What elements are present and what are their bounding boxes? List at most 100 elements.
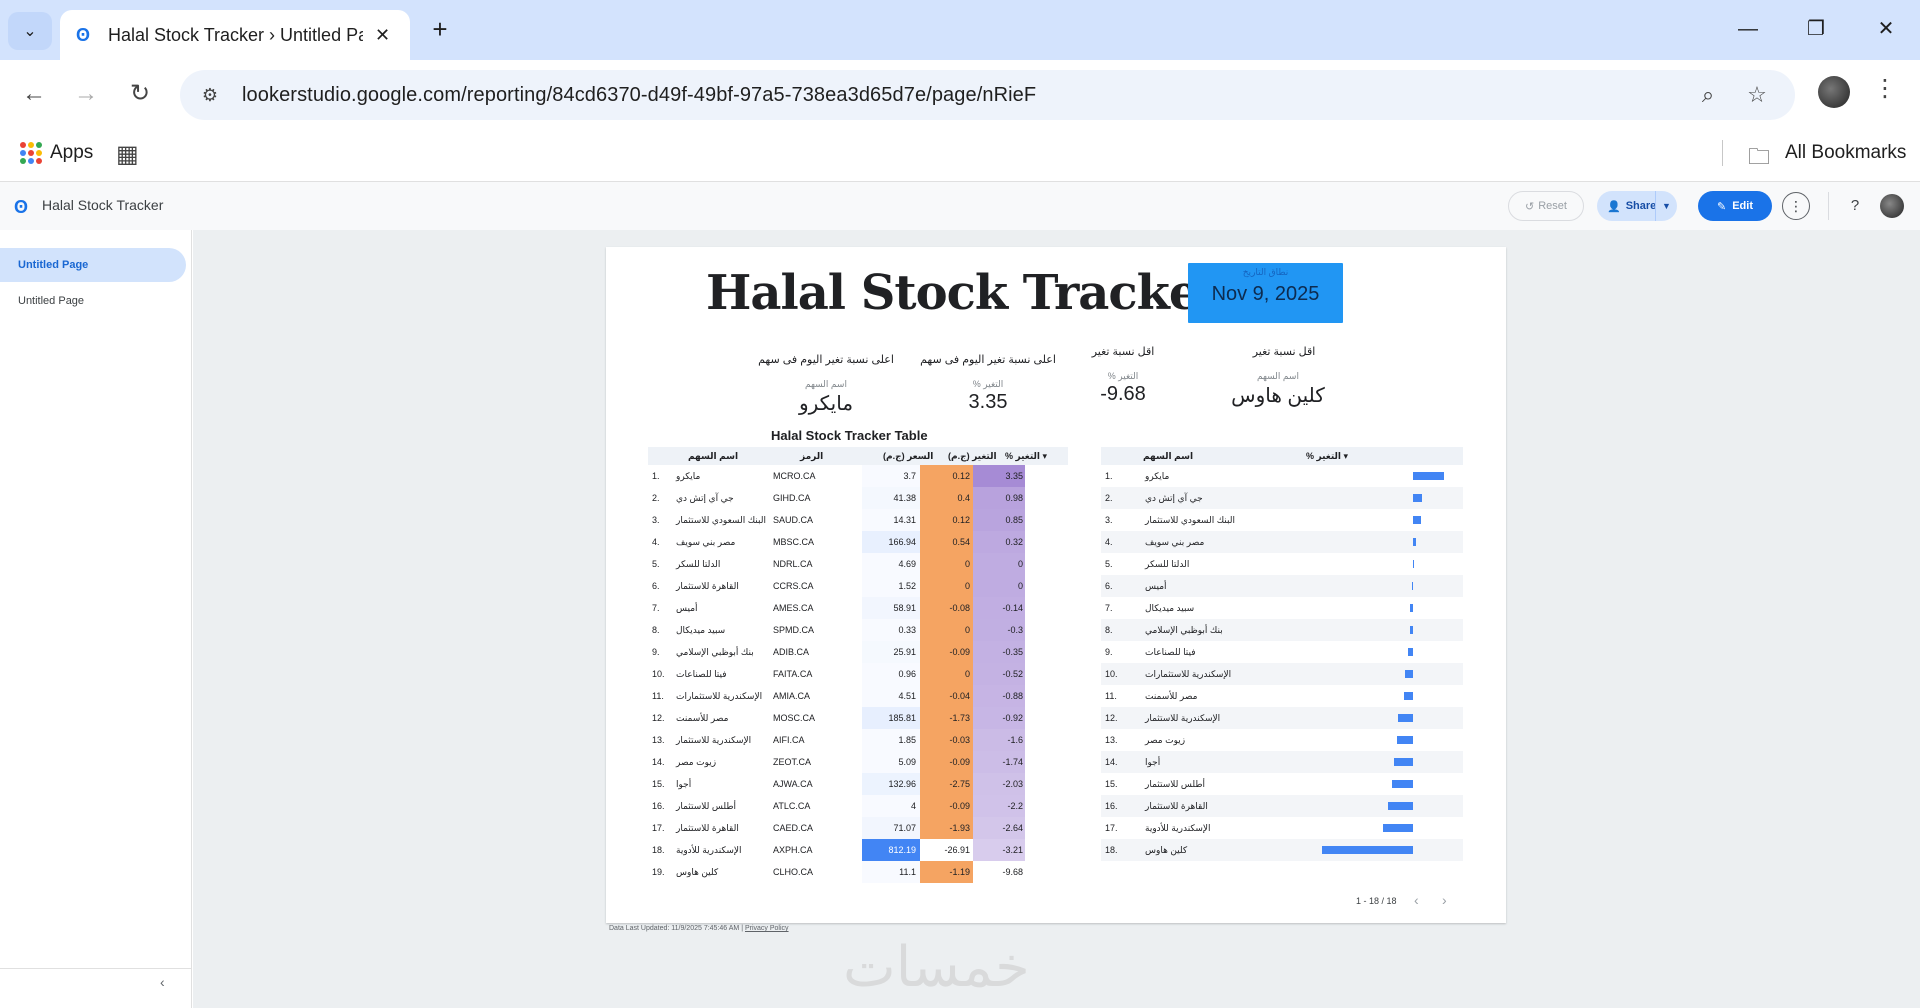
table-row[interactable]: 17. القاهرة للاستثمار CAED.CA 71.07 -1.93 -2.… [648, 817, 1068, 839]
table-row[interactable]: 10. فيتا للصناعات FAITA.CA 0.96 0 -0.52 [648, 663, 1068, 685]
table-row[interactable]: 12. مصر للأسمنت MOSC.CA 185.81 -1.73 -0.92 [648, 707, 1068, 729]
new-tab-button[interactable]: + [425, 14, 455, 44]
bar-row[interactable]: 10. الإسكندرية للاستثمارات [1101, 663, 1463, 685]
minimize-button[interactable]: — [1728, 14, 1768, 44]
table-row[interactable]: 13. الإسكندرية للاستثمار AIFI.CA 1.85 -0.03 -… [648, 729, 1068, 751]
help-icon[interactable]: ? [1843, 194, 1867, 218]
col-price[interactable]: السعر (ج.م) [883, 451, 933, 462]
table-row[interactable]: 11. الإسكندرية للاستثمارات AMIA.CA 4.51 -0.0… [648, 685, 1068, 707]
collapse-sidebar-icon[interactable]: ‹ [160, 974, 165, 990]
stock-symbol: AMES.CA [773, 603, 814, 613]
stock-name: سبيد ميديكال [1145, 603, 1195, 613]
table-row[interactable]: 19. كلين هاوس CLHO.CA 11.1 -1.19 -9.68 [648, 861, 1068, 883]
bar-row[interactable]: 7. سبيد ميديكال [1101, 597, 1463, 619]
back-button[interactable]: ← [14, 74, 54, 114]
table-row[interactable]: 3. البنك السعودي للاستثمار SAUD.CA 14.31 0.1… [648, 509, 1068, 531]
bar-row[interactable]: 12. الإسكندرية للاستثمار [1101, 707, 1463, 729]
table-row[interactable]: 8. سبيد ميديكال SPMD.CA 0.33 0 -0.3 [648, 619, 1068, 641]
profile-avatar[interactable] [1818, 76, 1850, 108]
col-name[interactable]: اسم السهم [1143, 451, 1193, 462]
table-row[interactable]: 9. بنك أبوظبي الإسلامي ADIB.CA 25.91 -0.09 -0… [648, 641, 1068, 663]
edit-button[interactable]: ✎ Edit [1698, 191, 1772, 221]
row-number: 2. [1105, 493, 1113, 503]
bar-row[interactable]: 15. أطلس للاستثمار [1101, 773, 1463, 795]
next-page-icon[interactable]: › [1442, 892, 1447, 908]
address-bar[interactable]: ⚙ lookerstudio.google.com/reporting/84cd… [180, 70, 1795, 120]
prev-page-icon[interactable]: ‹ [1414, 892, 1419, 908]
page-item-1[interactable]: Untitled Page [0, 248, 186, 282]
row-number: 13. [652, 735, 665, 745]
report-footer: Data Last Updated: 11/9/2025 7:45:46 AM … [609, 925, 789, 932]
bar-row[interactable]: 13. زيوت مصر [1101, 729, 1463, 751]
bar-row[interactable]: 8. بنك أبوظبي الإسلامي [1101, 619, 1463, 641]
col-pct[interactable]: % التغير ▾ [1005, 451, 1047, 462]
looker-logo-icon[interactable]: ʘ [14, 197, 28, 218]
more-options-button[interactable]: ⋮ [1782, 192, 1810, 220]
date-range-label: نطاق التاريخ [1242, 267, 1289, 277]
share-button[interactable]: 👤 Share ▼ [1597, 191, 1677, 221]
close-icon[interactable]: ✕ [375, 25, 390, 46]
looker-header: ʘ Halal Stock Tracker ↺ Reset 👤 Share ▼ ✎ Ed… [0, 182, 1920, 230]
window-close-button[interactable]: ✕ [1866, 14, 1906, 44]
table-row[interactable]: 5. الدلتا للسكر NDRL.CA 4.69 0 0 [648, 553, 1068, 575]
col-symbol[interactable]: الرمز [800, 451, 823, 462]
page-item-2[interactable]: Untitled Page [0, 284, 186, 318]
stock-name: مصر للأسمنت [676, 713, 729, 723]
stock-price: 166.94 [888, 537, 916, 547]
forward-button[interactable]: → [66, 74, 106, 114]
table-row[interactable]: 1. مايكرو MCRO.CA 3.7 0.12 3.35 [648, 465, 1068, 487]
zoom-icon[interactable]: ⌕ [1693, 80, 1723, 110]
all-bookmarks[interactable]: All Bookmarks [1785, 142, 1906, 164]
col-name[interactable]: اسم السهم [688, 451, 738, 462]
reload-button[interactable]: ↻ [120, 74, 160, 114]
bar-row[interactable]: 2. جي آي إتش دي [1101, 487, 1463, 509]
bar-row[interactable]: 16. القاهرة للاستثمار [1101, 795, 1463, 817]
site-info-icon[interactable]: ⚙ [196, 81, 224, 109]
table-row[interactable]: 15. أجوا AJWA.CA 132.96 -2.75 -2.03 [648, 773, 1068, 795]
bar-row[interactable]: 9. فيتا للصناعات [1101, 641, 1463, 663]
chevron-down-icon[interactable]: ▼ [1655, 191, 1677, 221]
stock-pct: 0 [1017, 559, 1023, 569]
table-row[interactable]: 16. أطلس للاستثمار ATLC.CA 4 -0.09 -2.2 [648, 795, 1068, 817]
tab-groups-icon[interactable]: ▦ [116, 140, 139, 169]
bar-row[interactable]: 17. الإسكندرية للأدوية [1101, 817, 1463, 839]
stock-name: زيوت مصر [676, 757, 717, 767]
restore-button[interactable]: ❐ [1796, 14, 1836, 44]
row-number: 1. [1105, 471, 1113, 481]
col-pct[interactable]: % التغير ▾ [1306, 451, 1348, 462]
account-avatar[interactable] [1880, 194, 1904, 218]
bar-row[interactable]: 18. كلين هاوس [1101, 839, 1463, 861]
tab-search-button[interactable]: ⌄ [8, 12, 52, 50]
table-row[interactable]: 6. القاهرة للاستثمار CCRS.CA 1.52 0 0 [648, 575, 1068, 597]
table-row[interactable]: 4. مصر بني سويف MBSC.CA 166.94 0.54 0.32 [648, 531, 1068, 553]
bar-row[interactable]: 6. أميس [1101, 575, 1463, 597]
table-row[interactable]: 14. زيوت مصر ZEOT.CA 5.09 -0.09 -1.74 [648, 751, 1068, 773]
bar-row[interactable]: 11. مصر للأسمنت [1101, 685, 1463, 707]
pct-bar [1413, 494, 1423, 502]
bar-row[interactable]: 3. البنك السعودي للاستثمار [1101, 509, 1463, 531]
report-title: Halal Stock Tracker [706, 265, 1224, 321]
table-row[interactable]: 18. الإسكندرية للأدوية AXPH.CA 812.19 -26.91… [648, 839, 1068, 861]
stock-price: 132.96 [888, 779, 916, 789]
apps-icon[interactable] [20, 142, 42, 164]
bar-row[interactable]: 1. مايكرو [1101, 465, 1463, 487]
pct-bar [1413, 516, 1421, 524]
reset-button[interactable]: ↺ Reset [1508, 191, 1584, 221]
table-row[interactable]: 2. جي آي إتش دي GIHD.CA 41.38 0.4 0.98 [648, 487, 1068, 509]
report-name[interactable]: Halal Stock Tracker [42, 197, 163, 213]
date-range-control[interactable]: نطاق التاريخ Nov 9, 2025 [1188, 263, 1343, 323]
stock-name: أجوا [1145, 757, 1161, 767]
browser-menu-button[interactable]: ⋮ [1870, 74, 1900, 110]
col-change[interactable]: التغير (ج.م) [948, 451, 997, 462]
bookmark-apps[interactable]: Apps [50, 142, 93, 164]
table-row[interactable]: 7. أميس AMES.CA 58.91 -0.08 -0.14 [648, 597, 1068, 619]
stock-change: -2.75 [949, 779, 970, 789]
browser-tab[interactable]: ʘ Halal Stock Tracker › Untitled Pa ✕ [60, 10, 410, 60]
stock-name: الإسكندرية للاستثمارات [1145, 669, 1232, 679]
privacy-link[interactable]: Privacy Policy [745, 925, 789, 932]
bar-row[interactable]: 14. أجوا [1101, 751, 1463, 773]
bar-row[interactable]: 5. الدلتا للسكر [1101, 553, 1463, 575]
row-number: 14. [652, 757, 665, 767]
bar-row[interactable]: 4. مصر بني سويف [1101, 531, 1463, 553]
bookmark-star-icon[interactable]: ☆ [1742, 80, 1772, 110]
